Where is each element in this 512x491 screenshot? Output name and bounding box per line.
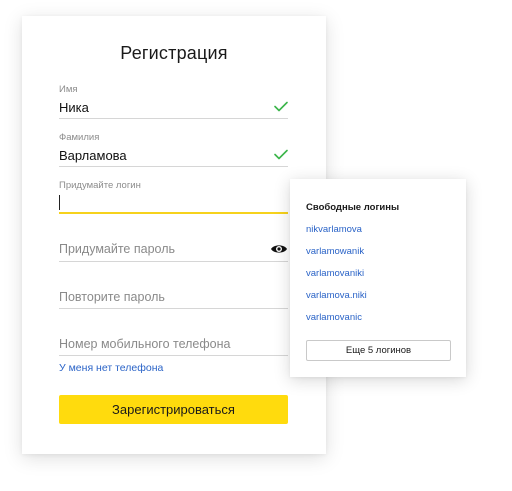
phone-underline <box>59 355 288 356</box>
first-name-field[interactable]: Имя Ника <box>59 84 288 120</box>
last-name-underline <box>59 166 288 167</box>
suggestions-title: Свободные логины <box>306 202 400 213</box>
suggestion-item[interactable]: varlamova.niki <box>306 290 367 301</box>
text-caret <box>59 195 60 210</box>
password-repeat-field[interactable]: Повторите пароль <box>59 286 288 312</box>
register-button[interactable]: Зарегистрироваться <box>59 395 288 424</box>
password-placeholder: Придумайте пароль <box>59 242 176 256</box>
password-field[interactable]: Придумайте пароль <box>59 238 288 264</box>
login-label: Придумайте логин <box>59 180 141 191</box>
last-name-field[interactable]: Фамилия Варламова <box>59 132 288 168</box>
last-name-label: Фамилия <box>59 132 100 143</box>
login-field[interactable]: Придумайте логин <box>59 180 288 216</box>
page: Регистрация Имя Ника Фамилия Варламова П… <box>0 0 512 491</box>
more-logins-button[interactable]: Еще 5 логинов <box>306 340 451 361</box>
login-suggestions-popup: Свободные логины nikvarlamova varlamowan… <box>290 179 466 377</box>
first-name-underline <box>59 118 288 119</box>
first-name-value: Ника <box>59 100 89 115</box>
suggestion-item[interactable]: varlamowanik <box>306 246 364 257</box>
first-name-label: Имя <box>59 84 78 95</box>
phone-field[interactable]: Номер мобильного телефона <box>59 333 288 359</box>
eye-icon[interactable] <box>270 243 288 255</box>
check-icon <box>274 149 288 160</box>
last-name-value: Варламова <box>59 148 127 163</box>
password-repeat-placeholder: Повторите пароль <box>59 290 165 304</box>
no-phone-link[interactable]: У меня нет телефона <box>59 362 163 374</box>
password-underline <box>59 261 288 262</box>
login-underline-active <box>59 212 288 214</box>
suggestion-item[interactable]: nikvarlamova <box>306 224 362 235</box>
check-icon <box>274 101 288 112</box>
suggestion-item[interactable]: varlamovanic <box>306 312 362 323</box>
phone-placeholder: Номер мобильного телефона <box>59 337 231 351</box>
registration-card: Регистрация Имя Ника Фамилия Варламова П… <box>22 16 326 454</box>
suggestion-item[interactable]: varlamovaniki <box>306 268 364 279</box>
password-repeat-underline <box>59 308 288 309</box>
page-title: Регистрация <box>120 43 228 63</box>
